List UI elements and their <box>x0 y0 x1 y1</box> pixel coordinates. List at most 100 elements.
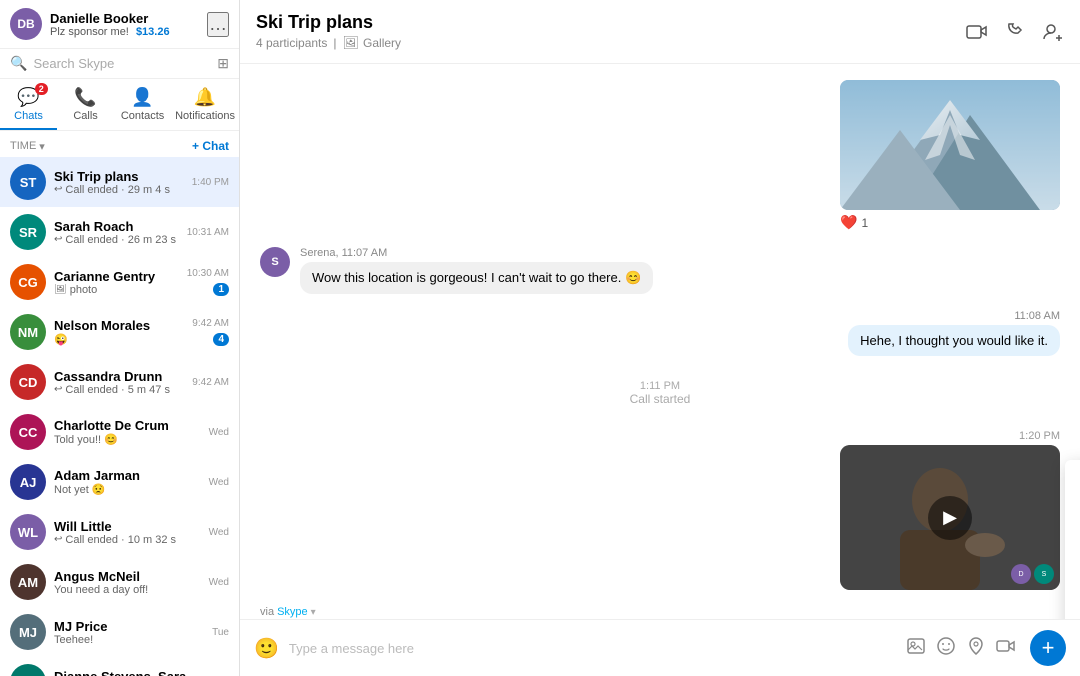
avatar: SR <box>10 214 46 250</box>
list-item[interactable]: CC Charlotte De Crum Told you!! 😊 Wed <box>0 407 239 457</box>
tab-calls-label: Calls <box>73 110 97 122</box>
context-menu-item-save-downloads[interactable]: Save to "Downloads" <box>1065 464 1080 497</box>
message-bubble: Hehe, I thought you would like it. <box>848 325 1060 356</box>
chat-info: Angus McNeil You need a day off! <box>54 569 201 596</box>
message-input[interactable] <box>289 641 896 656</box>
context-menu-item-select[interactable]: Select Messages <box>1065 563 1080 596</box>
list-item[interactable]: NM Nelson Morales 😜 9:42 AM 4 <box>0 307 239 357</box>
input-bar: 🙂 + <box>240 619 1080 676</box>
add-participant-button[interactable] <box>1042 21 1064 43</box>
chat-name: Adam Jarman <box>54 468 201 483</box>
video-message: 1:20 PM ▶ D S <box>840 430 1060 590</box>
tab-contacts[interactable]: 👤 Contacts <box>114 79 171 130</box>
photo-icon: 🖼 <box>54 284 67 295</box>
message-content: Serena, 11:07 AM Wow this location is go… <box>300 247 653 294</box>
chat-time: Wed <box>209 527 229 538</box>
gallery-label[interactable]: 🖼 Gallery <box>343 35 402 51</box>
location-button[interactable] <box>966 636 986 661</box>
avatar: CG <box>10 264 46 300</box>
reaction-heart: ❤️ <box>840 214 857 231</box>
list-item[interactable]: CD Cassandra Drunn ↩ Call ended · 5 m 47… <box>0 357 239 407</box>
list-item[interactable]: AM Angus McNeil You need a day off! Wed <box>0 557 239 607</box>
chat-info: Will Little ↩ Call ended · 10 m 32 s <box>54 519 201 546</box>
chat-preview: ↩ Call ended · 26 m 23 s <box>54 234 179 246</box>
search-input[interactable] <box>33 56 211 71</box>
chevron-down-icon: ▾ <box>39 140 45 153</box>
calls-icon: 📞 <box>74 87 96 108</box>
avatar: S <box>260 247 290 277</box>
more-options-button[interactable]: … <box>207 12 229 37</box>
list-item[interactable]: SR Sarah Roach ↩ Call ended · 26 m 23 s … <box>0 207 239 257</box>
sticker-button[interactable] <box>936 636 956 661</box>
call-icon: ↩ <box>54 534 62 545</box>
chat-info: Nelson Morales 😜 <box>54 318 184 346</box>
tab-notifications[interactable]: 🔔 Notifications <box>171 79 239 130</box>
message-row: S Serena, 11:07 AM Wow this location is … <box>260 247 1060 294</box>
video-avatars: D S <box>1011 564 1054 584</box>
reaction-bar: ❤️ 1 <box>840 214 1060 231</box>
chat-preview: 😜 <box>54 333 184 346</box>
video-play-button[interactable]: ▶ <box>928 496 972 540</box>
chat-time: 10:31 AM <box>187 227 229 238</box>
list-item[interactable]: ST Ski Trip plans ↩ Call ended · 29 m 4 … <box>0 157 239 207</box>
avatar: D <box>1011 564 1031 584</box>
context-menu-item-remove[interactable]: Remove <box>1065 596 1080 619</box>
nav-tabs: 💬 2 Chats 📞 Calls 👤 Contacts 🔔 Notificat… <box>0 79 239 131</box>
call-icon: ↩ <box>54 184 62 195</box>
context-menu-item-save-as[interactable]: Save as... <box>1065 497 1080 530</box>
chat-time: Wed <box>209 577 229 588</box>
via-skype-label: via Skype ▾ <box>260 606 316 619</box>
avatar: DS <box>10 664 46 676</box>
message-sender: Serena, 11:07 AM <box>300 247 653 259</box>
list-item[interactable]: AJ Adam Jarman Not yet 😟 Wed <box>0 457 239 507</box>
chat-info: Charlotte De Crum Told you!! 😊 <box>54 418 201 446</box>
add-button[interactable]: + <box>1030 630 1066 666</box>
avatar: DB <box>10 8 42 40</box>
new-chat-button[interactable]: + Chat <box>192 139 229 153</box>
context-menu: Save to "Downloads" Save as... Forward S… <box>1065 460 1080 619</box>
image-share-button[interactable] <box>906 636 926 661</box>
avatar: WL <box>10 514 46 550</box>
time-sort-label[interactable]: TIME ▾ <box>10 140 45 153</box>
avatar: AM <box>10 564 46 600</box>
chat-info: Sarah Roach ↩ Call ended · 26 m 23 s <box>54 219 179 246</box>
contacts-icon: 👤 <box>131 87 153 108</box>
avatar: ST <box>10 164 46 200</box>
gallery-image <box>840 80 1060 210</box>
chat-time: 9:42 AM <box>192 377 229 388</box>
chat-meta: 4 participants | 🖼 Gallery <box>256 35 966 51</box>
chat-time: 1:40 PM <box>192 177 229 188</box>
message-bubble: Wow this location is gorgeous! I can't w… <box>300 262 653 294</box>
grid-icon[interactable]: ⊞ <box>217 55 229 72</box>
list-item[interactable]: DS Dianne Stevens, Sarah Roach 📄 Meeting… <box>0 657 239 676</box>
video-thumb[interactable]: ▶ D S <box>840 445 1060 590</box>
context-menu-item-forward[interactable]: Forward <box>1065 530 1080 563</box>
tab-calls[interactable]: 📞 Calls <box>57 79 114 130</box>
profile-status: Plz sponsor me! $13.26 <box>50 26 199 38</box>
chat-name: Charlotte De Crum <box>54 418 201 433</box>
chat-preview: ↩ Call ended · 29 m 4 s <box>54 184 184 196</box>
chat-list: ST Ski Trip plans ↩ Call ended · 29 m 4 … <box>0 157 239 676</box>
shared-image: ❤️ 1 <box>840 80 1060 231</box>
tab-chats[interactable]: 💬 2 Chats <box>0 79 57 130</box>
list-item[interactable]: MJ MJ Price Teehee! Tue <box>0 607 239 657</box>
chat-preview: ↩ Call ended · 10 m 32 s <box>54 534 201 546</box>
profile-bar: DB Danielle Booker Plz sponsor me! $13.2… <box>0 0 239 49</box>
video-call-button[interactable] <box>966 21 988 43</box>
unread-badge: 1 <box>213 283 229 296</box>
unread-badge: 4 <box>213 333 229 346</box>
chat-time: Wed <box>209 477 229 488</box>
chat-name: Angus McNeil <box>54 569 201 584</box>
list-item[interactable]: CG Carianne Gentry 🖼 photo 10:30 AM 1 <box>0 257 239 307</box>
emoji-button[interactable]: 🙂 <box>254 636 279 661</box>
list-item[interactable]: WL Will Little ↩ Call ended · 10 m 32 s … <box>0 507 239 557</box>
audio-call-button[interactable] <box>1004 21 1026 43</box>
sidebar: DB Danielle Booker Plz sponsor me! $13.2… <box>0 0 240 676</box>
chat-name: Nelson Morales <box>54 318 184 333</box>
video-clip-button[interactable] <box>996 636 1016 661</box>
chat-title: Ski Trip plans <box>256 12 966 33</box>
tab-chats-label: Chats <box>14 110 43 122</box>
chat-name: Dianne Stevens, Sarah Roach <box>54 669 204 676</box>
chat-info: Ski Trip plans ↩ Call ended · 29 m 4 s <box>54 169 184 196</box>
main-chat: Ski Trip plans 4 participants | 🖼 Galler… <box>240 0 1080 676</box>
